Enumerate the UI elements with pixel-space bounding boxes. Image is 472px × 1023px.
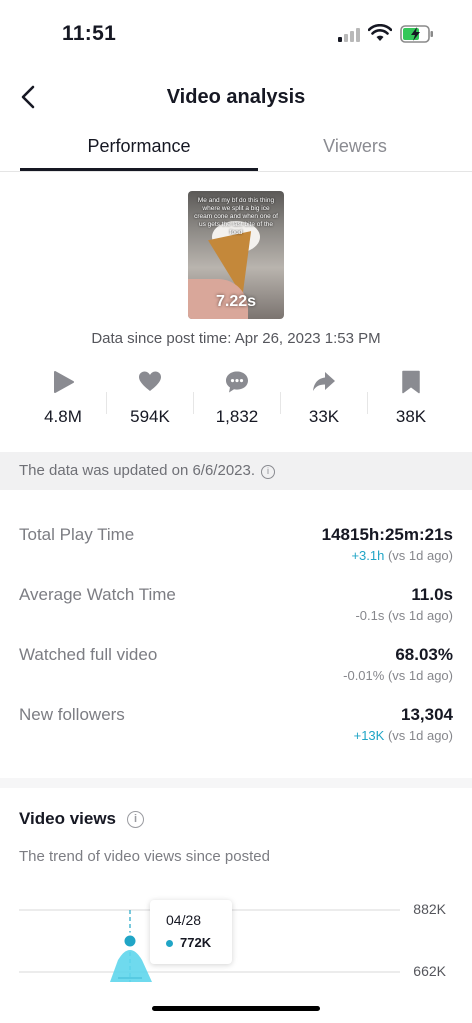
tab-viewers[interactable]: Viewers — [258, 136, 452, 157]
metric-delta: +3.1h (vs 1d ago) — [351, 548, 453, 563]
metric-label: Total Play Time — [19, 525, 135, 544]
y-tick-label: 882K — [413, 901, 446, 917]
update-notice: The data was updated on 6/6/2023. i — [19, 462, 276, 479]
delta-number: -0.1s — [355, 608, 385, 623]
video-views-chart[interactable] — [0, 880, 472, 990]
metric-total-play-time: Total Play Time 14815h:25m:21s +3.1h (vs… — [19, 525, 453, 575]
metric-delta: -0.01% (vs 1d ago) — [343, 668, 453, 683]
stat-comments: 1,832 — [194, 364, 280, 436]
tab-bar: Performance Viewers — [0, 128, 472, 172]
metric-label: New followers — [19, 705, 125, 724]
tooltip-date: 04/28 — [166, 912, 202, 928]
update-notice-bar: The data was updated on 6/6/2023. i — [0, 452, 472, 490]
metric-watched-full-video: Watched full video 68.03% -0.01% (vs 1d … — [19, 645, 453, 695]
metric-new-followers: New followers 13,304 +13K (vs 1d ago) — [19, 705, 453, 755]
metric-delta: -0.1s (vs 1d ago) — [355, 608, 453, 623]
y-tick-label: 662K — [413, 963, 446, 979]
play-icon — [54, 371, 74, 393]
metric-value: 11.0s — [411, 585, 453, 604]
update-notice-text: The data was updated on 6/6/2023. — [19, 462, 256, 479]
video-caption: Me and my bf do this thing where we spli… — [194, 197, 278, 236]
stat-likes: 594K — [107, 364, 193, 436]
metric-label: Average Watch Time — [19, 585, 176, 604]
delta-suffix: (vs 1d ago) — [384, 728, 453, 743]
metric-average-watch-time: Average Watch Time 11.0s -0.1s (vs 1d ag… — [19, 585, 453, 635]
wifi-icon — [368, 24, 392, 41]
stat-plays: 4.8M — [20, 364, 106, 436]
page-title: Video analysis — [166, 86, 306, 108]
nav-bar: Video analysis — [0, 70, 472, 126]
delta-suffix: (vs 1d ago) — [384, 548, 453, 563]
stat-value: 33K — [308, 407, 340, 426]
delta-number: -0.01% — [343, 668, 385, 683]
stat-value: 38K — [395, 407, 427, 426]
cellular-signal-icon — [338, 28, 360, 42]
chart-tooltip: 04/28 772K — [150, 900, 232, 964]
bookmark-icon — [402, 370, 420, 394]
data-since-text: Data since post time: Apr 26, 2023 1:53 … — [91, 330, 381, 347]
tooltip-value: 772K — [180, 935, 212, 950]
metric-label: Watched full video — [19, 645, 158, 664]
stat-value: 594K — [130, 407, 170, 426]
metric-value: 13,304 — [401, 705, 453, 724]
battery-charging-icon — [400, 25, 433, 43]
series-dot — [166, 940, 173, 947]
section-divider — [0, 778, 472, 788]
active-tab-indicator — [20, 168, 258, 171]
metric-delta: +13K (vs 1d ago) — [354, 728, 453, 743]
video-thumbnail[interactable]: Me and my bf do this thing where we spli… — [188, 191, 284, 319]
stat-value: 1,832 — [215, 407, 259, 426]
share-icon — [313, 372, 335, 391]
stat-saves: 38K — [368, 364, 454, 436]
delta-suffix: (vs 1d ago) — [384, 668, 453, 683]
heart-icon — [139, 371, 161, 391]
video-views-subtitle: The trend of video views since posted — [19, 848, 270, 865]
video-duration: 7.22s — [215, 293, 257, 310]
info-icon[interactable]: i — [261, 465, 276, 479]
home-indicator[interactable] — [152, 1006, 320, 1011]
comment-icon — [226, 371, 248, 393]
area-fill — [110, 950, 152, 982]
info-icon[interactable]: i — [127, 811, 144, 828]
tab-performance[interactable]: Performance — [20, 136, 258, 157]
video-views-title: Video views — [19, 809, 117, 828]
metric-value: 68.03% — [395, 645, 453, 664]
engagement-stats: 4.8M 594K 1,832 33K 38K — [20, 364, 452, 436]
stat-shares: 33K — [281, 364, 367, 436]
metric-value: 14815h:25m:21s — [321, 525, 453, 544]
status-time: 11:51 — [62, 22, 117, 45]
delta-number: +13K — [353, 728, 385, 743]
status-bar: 11:51 — [0, 0, 472, 70]
stat-value: 4.8M — [44, 407, 82, 426]
delta-suffix: (vs 1d ago) — [384, 608, 453, 623]
data-point — [121, 932, 139, 950]
delta-number: +3.1h — [351, 548, 385, 563]
